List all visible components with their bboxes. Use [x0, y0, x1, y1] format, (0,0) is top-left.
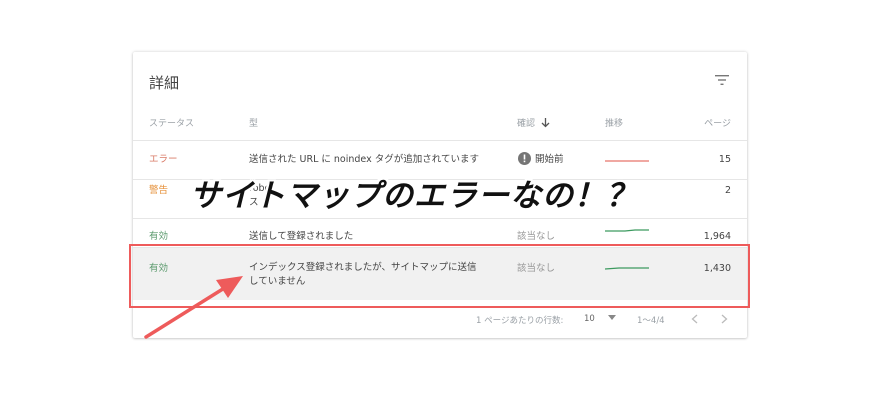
overlay-caption: サイトマップのエラーなの！？: [190, 178, 638, 214]
